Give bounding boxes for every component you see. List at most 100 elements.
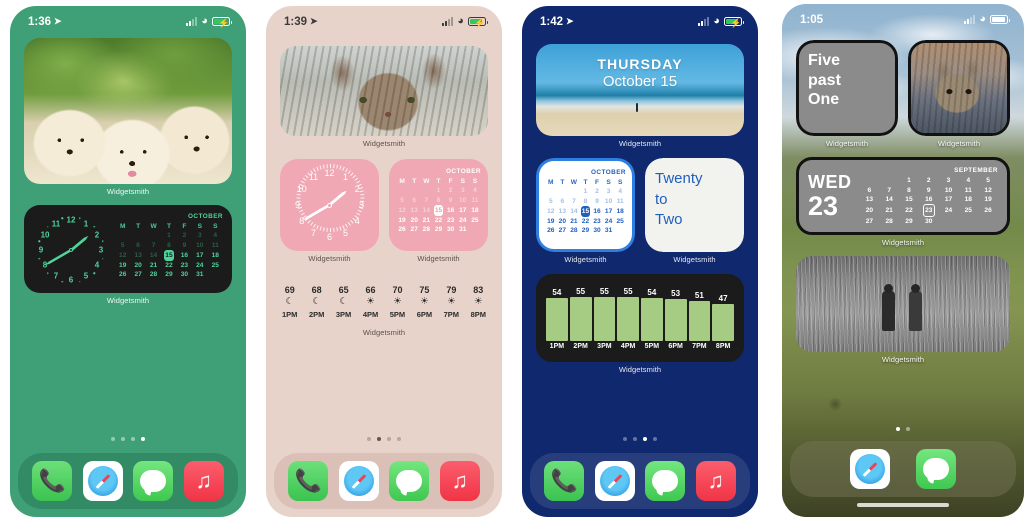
- forecast-hour: 75 ☀ 6PM: [417, 285, 432, 319]
- page-dot[interactable]: [141, 437, 145, 441]
- music-app-icon[interactable]: ♫: [695, 461, 736, 501]
- calendar-day: [614, 226, 626, 235]
- calendar-day: 15: [580, 206, 592, 217]
- messages-app-icon[interactable]: [916, 449, 956, 489]
- calendar-week: 19 20 21 22 23 24 25: [396, 216, 481, 225]
- page-dot[interactable]: [643, 437, 647, 441]
- page-dot[interactable]: [377, 437, 381, 441]
- clock-tick: [335, 164, 338, 169]
- calendar-day: 13: [134, 251, 142, 259]
- clock-tick: [329, 164, 331, 168]
- calendar-day: 9: [182, 241, 187, 249]
- page-dot[interactable]: [896, 427, 900, 431]
- clock-tick: [358, 187, 363, 190]
- calendar-day: 19: [398, 216, 406, 224]
- forecast-hour: 68 ☾ 2PM: [309, 285, 324, 319]
- time-word-line: Two: [655, 211, 683, 229]
- calendar-day: 20: [410, 216, 418, 224]
- calendar-october: OCTOBER MTWTFSS 1 2 3 4 5 6 7 8 9 10 11 12 13 14 15 16 1…: [536, 158, 635, 252]
- clock-hour-number: 6: [68, 275, 74, 285]
- phone-app-icon[interactable]: 📞: [288, 461, 329, 501]
- calendar-day: 6: [560, 197, 565, 205]
- calendar-day: 2: [182, 232, 187, 240]
- phone-app-icon[interactable]: 📞: [544, 461, 585, 501]
- calendar-day: 8: [436, 196, 441, 204]
- calendar-day: 22: [434, 216, 443, 224]
- safari-app-icon[interactable]: [82, 461, 123, 501]
- date-calendar-widget[interactable]: WED 23 SEPTEMBER 1 2 3 4 5 6 7 8 9 10 11 12 13 14 15 16…: [796, 157, 1010, 247]
- calendar-day: 25: [964, 206, 972, 214]
- widget-attribution: Widgetsmith: [417, 254, 460, 263]
- safari-app-icon[interactable]: [594, 461, 635, 501]
- calendar-day: [939, 217, 959, 226]
- page-dot[interactable]: [623, 437, 627, 441]
- calendar-grid: MTWTFSS 1 2 3 4 5 6 7 8 9 10 11 12 13 14 15 16 17 18 19 20 2…: [396, 177, 481, 234]
- calendar-week: 12 13 14 15 16 17 18: [396, 205, 481, 216]
- forecast-time: 2PM: [308, 310, 325, 319]
- status-time: 1:05: [800, 13, 824, 26]
- photo-widget-cat[interactable]: Widgetsmith: [908, 40, 1010, 148]
- calendar-day: 2: [448, 187, 453, 195]
- photo-widget-beach[interactable]: THURSDAY October 15 Widgetsmith: [536, 44, 744, 148]
- messages-app-icon[interactable]: [133, 461, 174, 501]
- page-dots[interactable]: [266, 437, 502, 441]
- music-app-icon[interactable]: ♫: [183, 461, 224, 501]
- chart-bar: [712, 303, 734, 341]
- status-bar: 1:39 ➤ ◕ ⚡: [266, 6, 502, 32]
- page-dots[interactable]: [522, 437, 758, 441]
- clock-minute-hand: [44, 249, 71, 266]
- page-dot[interactable]: [906, 427, 910, 431]
- widget-attribution: Widgetsmith: [106, 187, 150, 196]
- page-dot[interactable]: [131, 437, 135, 441]
- calendar-day: 25: [471, 216, 479, 224]
- page-dot[interactable]: [633, 437, 637, 441]
- clock-hour-number: 12: [324, 168, 335, 178]
- clock-tick: [38, 240, 40, 243]
- weather-widget[interactable]: 69 ☾ 1PM 68 ☾ 2PM 65 ☾ 3PM 66 ☀ 4PM 70 ☀ 5PM 75 ☀ 6PM 79 ☀ 7…: [280, 279, 488, 337]
- page-dots[interactable]: [782, 427, 1024, 431]
- safari-app-icon[interactable]: [338, 461, 379, 501]
- messages-app-icon[interactable]: [389, 461, 430, 501]
- calendar-widget-blue[interactable]: OCTOBER MTWTFSS 1 2 3 4 5 6 7 8 9 10 11 12 13 14 15 16 1…: [536, 158, 635, 264]
- chart-bar: [569, 297, 592, 341]
- text-time-widget[interactable]: Five past One Widgetsmith: [796, 40, 898, 148]
- messages-app-icon[interactable]: [645, 461, 686, 501]
- page-dots[interactable]: [10, 437, 246, 441]
- phone-green: 1:36 ➤ ◕ ⚡ Widgetsmith 12 1 2 3 4 5 6 7 8 9 10 11: [0, 0, 256, 517]
- phone-landscape: 1:05 ◕ Five past One Widgetsmith Widgets…: [768, 0, 1024, 517]
- calendar-widget-pink[interactable]: OCTOBER MTWTFSS 1 2 3 4 5 6 7 8 9 10 11 12 13 14 15 16 1…: [389, 159, 488, 263]
- page-dot[interactable]: [387, 437, 391, 441]
- text-time-widget[interactable]: Twenty to Two Widgetsmith: [645, 158, 744, 264]
- calendar-day: 28: [149, 270, 158, 278]
- calendar-day: [958, 217, 978, 226]
- music-app-icon[interactable]: ♫: [439, 461, 480, 501]
- calendar-day: 2: [926, 177, 931, 185]
- calendar-day: [208, 270, 223, 279]
- clock-tick: [322, 164, 325, 169]
- calendar-day: 24: [944, 206, 953, 214]
- page-dot[interactable]: [121, 437, 125, 441]
- calendar-week: 5 6 7 8 9 10 11: [545, 197, 626, 206]
- phone-screenshot-strip: 1:36 ➤ ◕ ⚡ Widgetsmith 12 1 2 3 4 5 6 7 8 9 10 11: [0, 0, 1024, 517]
- calendar-day: 15: [161, 250, 176, 261]
- page-dot[interactable]: [367, 437, 371, 441]
- clock-widget-pink[interactable]: 121234567891011 Widgetsmith: [280, 159, 379, 263]
- page-dot[interactable]: [397, 437, 401, 441]
- photo-widget-puppies[interactable]: Widgetsmith: [24, 38, 232, 196]
- calendar-day: 15: [432, 205, 444, 216]
- photo-widget-kitten[interactable]: Widgetsmith: [280, 46, 488, 148]
- calendar-day: 6: [867, 186, 872, 194]
- bar-chart-widget[interactable]: 54 55 55 55 54 53 51 47 1PM 2PM 3PM 4PM 5PM 6PM 7PM 8P…: [536, 274, 744, 374]
- wifi-icon: ◕: [979, 13, 986, 25]
- page-dot[interactable]: [653, 437, 657, 441]
- chart-bar: [593, 297, 616, 341]
- page-dot[interactable]: [111, 437, 115, 441]
- photo-widget-field[interactable]: Widgetsmith: [796, 256, 1010, 364]
- widget-attribution: Widgetsmith: [308, 254, 351, 263]
- clock-tick: [322, 227, 325, 232]
- time-word-line: to: [655, 190, 668, 208]
- phone-app-icon[interactable]: 📞: [32, 461, 73, 501]
- clock-calendar-widget[interactable]: 12 1 2 3 4 5 6 7 8 9 10 11 OCTOBER MTWTFSS 12345678…: [24, 205, 232, 305]
- safari-app-icon[interactable]: [850, 449, 890, 489]
- calendar-day: 29: [165, 270, 173, 278]
